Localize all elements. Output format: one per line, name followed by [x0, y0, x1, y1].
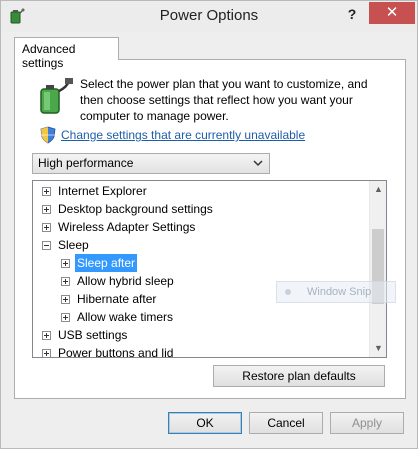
- tree-item-label[interactable]: Allow wake timers: [75, 308, 175, 326]
- help-button[interactable]: ?: [339, 3, 365, 25]
- change-settings-link[interactable]: Change settings that are currently unava…: [61, 128, 305, 142]
- expand-plus-icon[interactable]: [61, 313, 70, 322]
- panel-description: Select the power plan that you want to c…: [80, 77, 368, 123]
- settings-tree[interactable]: Internet Explorer Desktop background sett…: [32, 180, 387, 358]
- power-plan-value: High performance: [38, 156, 134, 170]
- expand-plus-icon[interactable]: [42, 187, 51, 196]
- tree-item-label[interactable]: Power buttons and lid: [56, 344, 175, 357]
- close-button[interactable]: ✕: [369, 2, 415, 24]
- power-plan-dropdown[interactable]: High performance: [32, 153, 270, 174]
- snip-icon: [285, 289, 291, 295]
- scroll-up-icon[interactable]: ▲: [370, 181, 386, 198]
- tree-item-label[interactable]: Hibernate after: [75, 290, 158, 308]
- expand-plus-icon[interactable]: [42, 205, 51, 214]
- apply-button[interactable]: Apply: [330, 412, 404, 434]
- cancel-button[interactable]: Cancel: [249, 412, 323, 434]
- title-bar[interactable]: Power Options ? ✕: [1, 1, 417, 32]
- collapse-minus-icon[interactable]: [42, 241, 51, 250]
- uac-shield-icon: [40, 126, 56, 144]
- expand-plus-icon[interactable]: [42, 331, 51, 340]
- expand-plus-icon[interactable]: [61, 295, 70, 304]
- scroll-down-icon[interactable]: ▼: [370, 340, 386, 357]
- power-options-window: Power Options ? ✕ Advanced settings Sele…: [0, 0, 418, 449]
- expand-plus-icon[interactable]: [42, 349, 51, 357]
- battery-plug-icon: [40, 78, 73, 114]
- tree-item-label[interactable]: Wireless Adapter Settings: [56, 218, 197, 236]
- tree-item-label[interactable]: Sleep after: [75, 254, 138, 272]
- tree-item-label[interactable]: Sleep: [56, 236, 91, 254]
- tree-item-label[interactable]: Allow hybrid sleep: [75, 272, 176, 290]
- advanced-settings-panel: Select the power plan that you want to c…: [14, 59, 406, 399]
- tree-item-label[interactable]: USB settings: [56, 326, 129, 344]
- snip-label: Window Snip: [307, 286, 372, 298]
- restore-plan-defaults-button[interactable]: Restore plan defaults: [213, 365, 385, 387]
- ok-button[interactable]: OK: [168, 412, 242, 434]
- tab-advanced-settings[interactable]: Advanced settings: [14, 37, 119, 70]
- tree-scrollbar[interactable]: ▲ ▼: [369, 181, 386, 357]
- window-snip-overlay: Window Snip: [276, 281, 396, 303]
- tree-item-label[interactable]: Internet Explorer: [56, 182, 149, 200]
- tree-item-label[interactable]: Desktop background settings: [56, 200, 215, 218]
- expand-plus-icon[interactable]: [61, 259, 70, 268]
- expand-plus-icon[interactable]: [61, 277, 70, 286]
- expand-plus-icon[interactable]: [42, 223, 51, 232]
- chevron-down-icon: [253, 160, 263, 167]
